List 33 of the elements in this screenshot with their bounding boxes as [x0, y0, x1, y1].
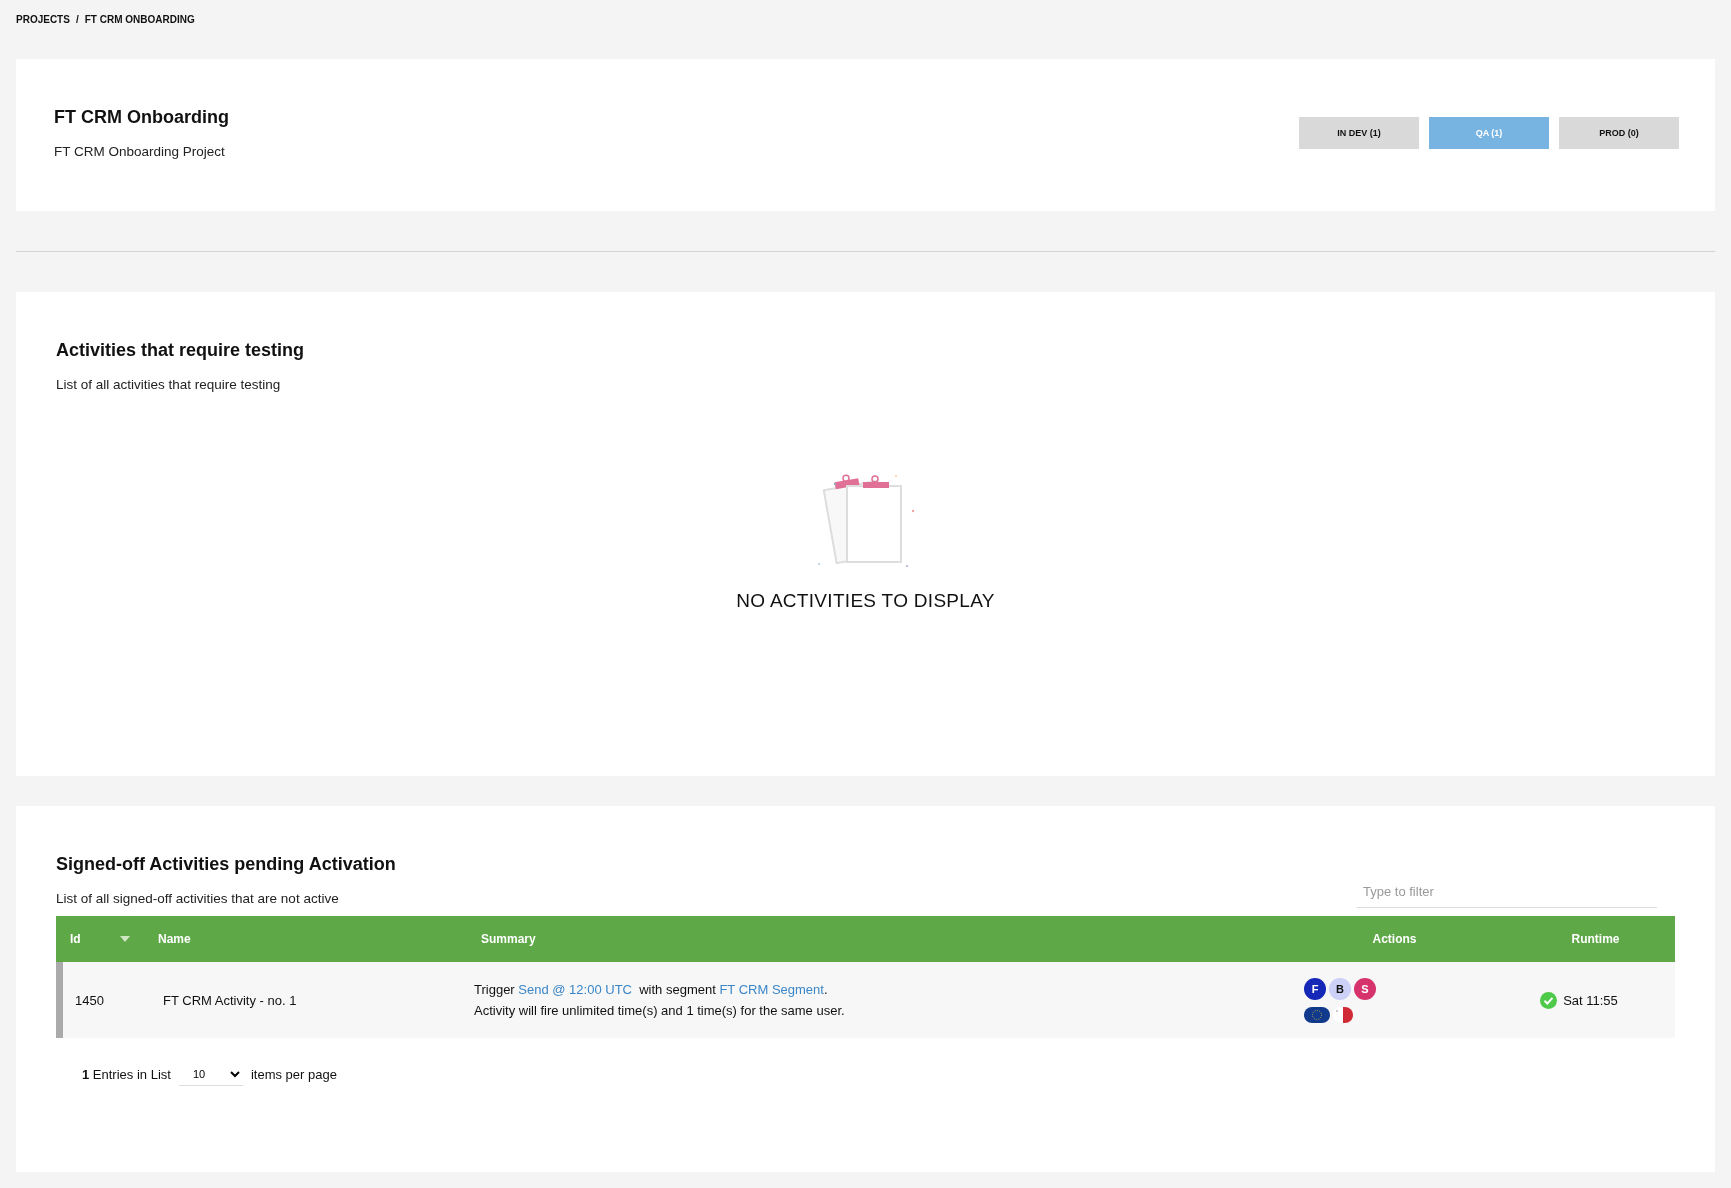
- breadcrumb-separator: /: [75, 14, 79, 25]
- breadcrumb-link[interactable]: PROJECTS: [16, 14, 70, 25]
- entries-count: 1 Entries in List: [82, 1067, 171, 1082]
- flag-icon: [1304, 1006, 1330, 1023]
- column-header[interactable]: Actions: [1372, 932, 1417, 946]
- page-size-label: items per page: [250, 1067, 337, 1082]
- summary-text: Activity will fire unlimited time(s) and 1 time(s) for the same user.: [474, 1003, 846, 1018]
- summary-link[interactable]: FT CRM Segment: [719, 982, 824, 997]
- runtime-text: Sat 11:55: [1563, 992, 1618, 1008]
- summary-link[interactable]: Send @ 12:00 UTC: [518, 982, 632, 997]
- column-header[interactable]: Runtime: [1571, 932, 1620, 946]
- sort-icon[interactable]: [120, 936, 130, 942]
- action-avatar[interactable]: S: [1354, 977, 1376, 1000]
- check-icon: [1540, 991, 1558, 1009]
- column-header[interactable]: Summary: [481, 932, 536, 946]
- id-cell-text: 1450: [74, 992, 105, 1008]
- stage-tab[interactable]: IN DEV (1): [1299, 117, 1419, 149]
- column-header[interactable]: Name: [158, 932, 191, 946]
- section-subtitle: List of all signed-off activities that are not active: [56, 891, 340, 906]
- column-header[interactable]: Id: [70, 932, 81, 946]
- project-subtitle: FT CRM Onboarding Project: [54, 144, 226, 159]
- summary-text: Trigger Send @ 12:00 UTC with segment FT CRM Segment.: [474, 982, 829, 997]
- action-avatar[interactable]: B: [1329, 977, 1351, 1000]
- project-title: FT CRM Onboarding: [54, 107, 229, 128]
- section-subtitle: List of all activities that require testing: [56, 377, 282, 392]
- name-cell-text: FT CRM Activity - no. 1: [162, 992, 298, 1008]
- breadcrumb-link[interactable]: FT CRM ONBOARDING: [84, 14, 195, 25]
- stage-tab[interactable]: PROD (0): [1559, 117, 1679, 149]
- empty-message: NO ACTIVITIES TO DISPLAY: [736, 590, 995, 612]
- action-avatar[interactable]: F: [1304, 977, 1326, 1000]
- section-title: Signed-off Activities pending Activation: [56, 854, 396, 875]
- section-title: Activities that require testing: [56, 340, 306, 361]
- flag-icon: [1333, 1006, 1353, 1023]
